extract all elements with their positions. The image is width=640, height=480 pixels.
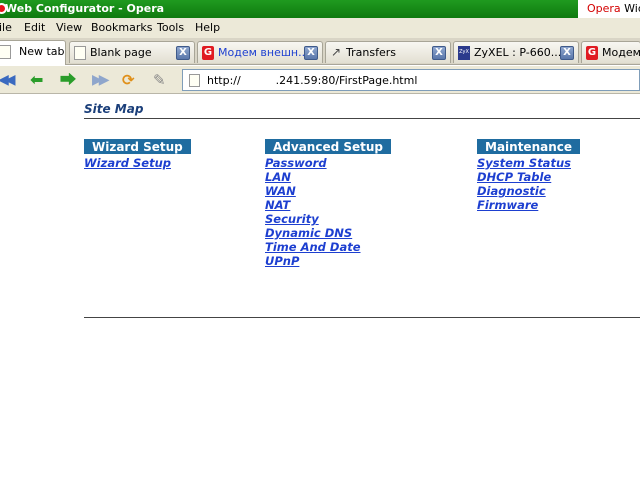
window-title-bar: Web Configurator - Opera Opera Wid [0,0,640,18]
back-icon[interactable]: ⬅ [30,71,48,89]
link-firmware[interactable]: Firmware [477,198,580,212]
window-title: Web Configurator - Opera [5,2,165,15]
tab-new-tab[interactable]: New tab [0,40,66,65]
address-input[interactable] [207,72,627,88]
tab-transfers[interactable]: ↗ Transfers X [325,41,451,63]
link-nat[interactable]: NAT [265,198,391,212]
link-password[interactable]: Password [265,156,391,170]
tab-close-icon[interactable]: X [304,46,318,60]
link-system-status[interactable]: System Status [477,156,580,170]
menu-bar: ile Edit View Bookmarks Tools Help [0,18,640,38]
column-maintenance: Maintenance System Status DHCP Table Dia… [477,139,581,212]
address-bar[interactable] [182,69,640,91]
navigation-toolbar: ◀◀ ⬅ ⮕ ▶▶ ⟳ ✎ [0,66,640,94]
column-advanced-setup: Advanced Setup Password LAN WAN NAT Secu… [265,139,392,268]
tab-blank-page[interactable]: Blank page X [69,41,195,63]
link-dynamic-dns[interactable]: Dynamic DNS [265,226,391,240]
menu-help[interactable]: Help [195,21,220,34]
tab-modem-1[interactable]: G Модем внешн... X [197,41,323,63]
page-icon [0,45,11,59]
link-security[interactable]: Security [265,212,391,226]
tab-label: New tab [19,45,65,58]
fast-forward-icon[interactable]: ▶▶ [92,71,110,89]
tab-label: Модем внешн... [218,46,309,59]
tab-modem-2[interactable]: G Модем в [581,41,640,63]
column-heading: Wizard Setup [84,139,191,154]
tab-close-icon[interactable]: X [432,46,446,60]
menu-bookmarks[interactable]: Bookmarks [91,21,152,34]
forward-icon[interactable]: ⮕ [60,71,78,89]
link-upnp[interactable]: UPnP [265,254,391,268]
page-icon [74,46,86,60]
link-time-and-date[interactable]: Time And Date [265,240,391,254]
reload-icon[interactable]: ⟳ [122,71,140,89]
link-lan[interactable]: LAN [265,170,391,184]
page-content: Site Map Wizard Setup Wizard Setup Advan… [0,95,640,480]
opera-widgets-label[interactable]: Opera Wid [578,0,640,18]
rewind-icon[interactable]: ◀◀ [0,71,16,89]
tab-label: Blank page [90,46,152,59]
menu-tools[interactable]: Tools [157,21,184,34]
menu-file[interactable]: ile [0,21,12,34]
link-dhcp-table[interactable]: DHCP Table [477,170,580,184]
tab-close-icon[interactable]: X [560,46,574,60]
zyxel-icon: ZyX [458,46,470,60]
menu-view[interactable]: View [56,21,82,34]
column-wizard-setup: Wizard Setup Wizard Setup [84,139,191,170]
tab-label: Transfers [346,46,396,59]
g-logo-icon: G [202,46,214,60]
tab-zyxel[interactable]: ZyX ZyXEL : P-660... X [453,41,579,63]
link-diagnostic[interactable]: Diagnostic [477,184,580,198]
opera-brand-text: Opera [587,2,621,15]
satellite-icon: ↗ [330,45,342,59]
page-title: Site Map [84,102,144,116]
menu-edit[interactable]: Edit [24,21,45,34]
column-heading: Advanced Setup [265,139,392,154]
bottom-divider [84,317,640,318]
link-wizard-setup[interactable]: Wizard Setup [84,156,191,170]
tab-label: Модем в [602,46,640,59]
column-heading: Maintenance [477,139,581,154]
g-logo-icon: G [586,46,598,60]
tab-label: ZyXEL : P-660... [474,46,562,59]
top-divider [84,118,640,119]
tab-bar: New tab Blank page X G Модем внешн... X … [0,38,640,65]
widgets-text: Wid [624,2,640,15]
edit-pencil-icon[interactable]: ✎ [153,71,171,89]
link-wan[interactable]: WAN [265,184,391,198]
page-icon [189,74,200,87]
tab-close-icon[interactable]: X [176,46,190,60]
